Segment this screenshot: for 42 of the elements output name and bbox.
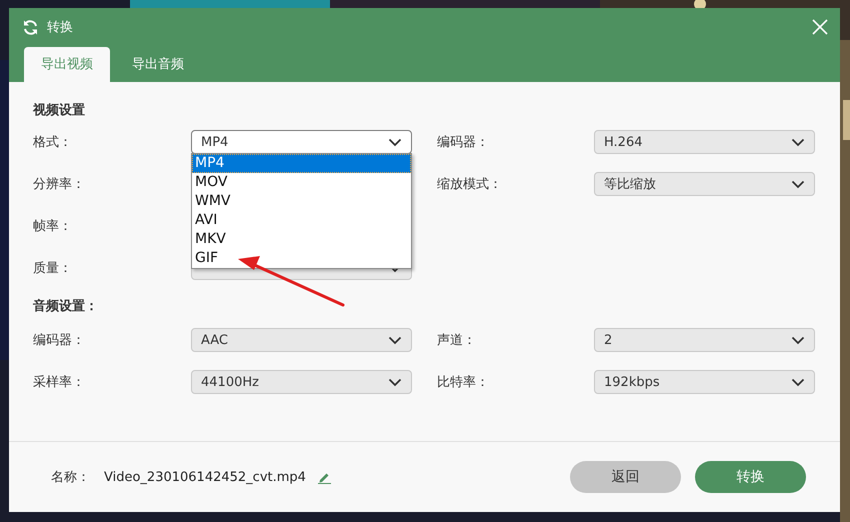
tab[interactable]: 导出音频 (115, 47, 201, 82)
dropdown-select[interactable]: AAC (191, 328, 412, 352)
dropdown-select[interactable]: 44100Hz (191, 370, 412, 394)
dropdown-option[interactable]: MP4 (192, 154, 411, 173)
chevron-down-icon (388, 336, 402, 344)
field-label: 编码器： (437, 134, 490, 151)
dropdown-select[interactable]: MP4 (191, 130, 412, 154)
dropdown-select[interactable]: H.264 (594, 130, 815, 154)
field-label: 质量： (33, 260, 73, 277)
dropdown-option[interactable]: WMV (192, 192, 411, 211)
file-name: Video_230106142452_cvt.mp4 (104, 470, 306, 484)
dropdown-option[interactable]: AVI (192, 211, 411, 230)
field-label: 比特率： (437, 374, 490, 391)
close-icon[interactable] (812, 19, 828, 35)
dropdown-select[interactable]: 2 (594, 328, 815, 352)
dropdown-option[interactable]: MKV (192, 230, 411, 249)
field-label: 格式： (33, 134, 73, 151)
chevron-down-icon (388, 378, 402, 386)
field-label: 帧率： (33, 218, 73, 235)
dropdown-option[interactable]: MOV (192, 173, 411, 192)
section-heading: 音频设置： (33, 298, 99, 316)
refresh-icon (22, 18, 39, 36)
dropdown-option[interactable]: GIF (192, 249, 411, 268)
chevron-down-icon (791, 138, 805, 146)
window-title: 转换 (47, 19, 74, 36)
chevron-down-icon (388, 138, 402, 146)
field-label: 缩放模式： (437, 176, 503, 193)
chevron-down-icon (791, 378, 805, 386)
convert-button[interactable]: 转换 (695, 461, 806, 493)
edit-icon[interactable] (318, 470, 331, 484)
field-label: 分辨率： (33, 176, 86, 193)
field-label: 编码器： (33, 332, 86, 349)
dropdown-select[interactable]: 192kbps (594, 370, 815, 394)
chevron-down-icon (791, 180, 805, 188)
name-label: 名称： (51, 469, 90, 486)
section-heading: 视频设置 (33, 102, 86, 120)
field-label: 声道： (437, 332, 477, 349)
field-label: 采样率： (33, 374, 86, 391)
chevron-down-icon (791, 336, 805, 344)
tab[interactable]: 导出视频 (24, 47, 110, 82)
back-button[interactable]: 返回 (570, 461, 681, 493)
dropdown-select[interactable]: 等比缩放 (594, 172, 815, 196)
